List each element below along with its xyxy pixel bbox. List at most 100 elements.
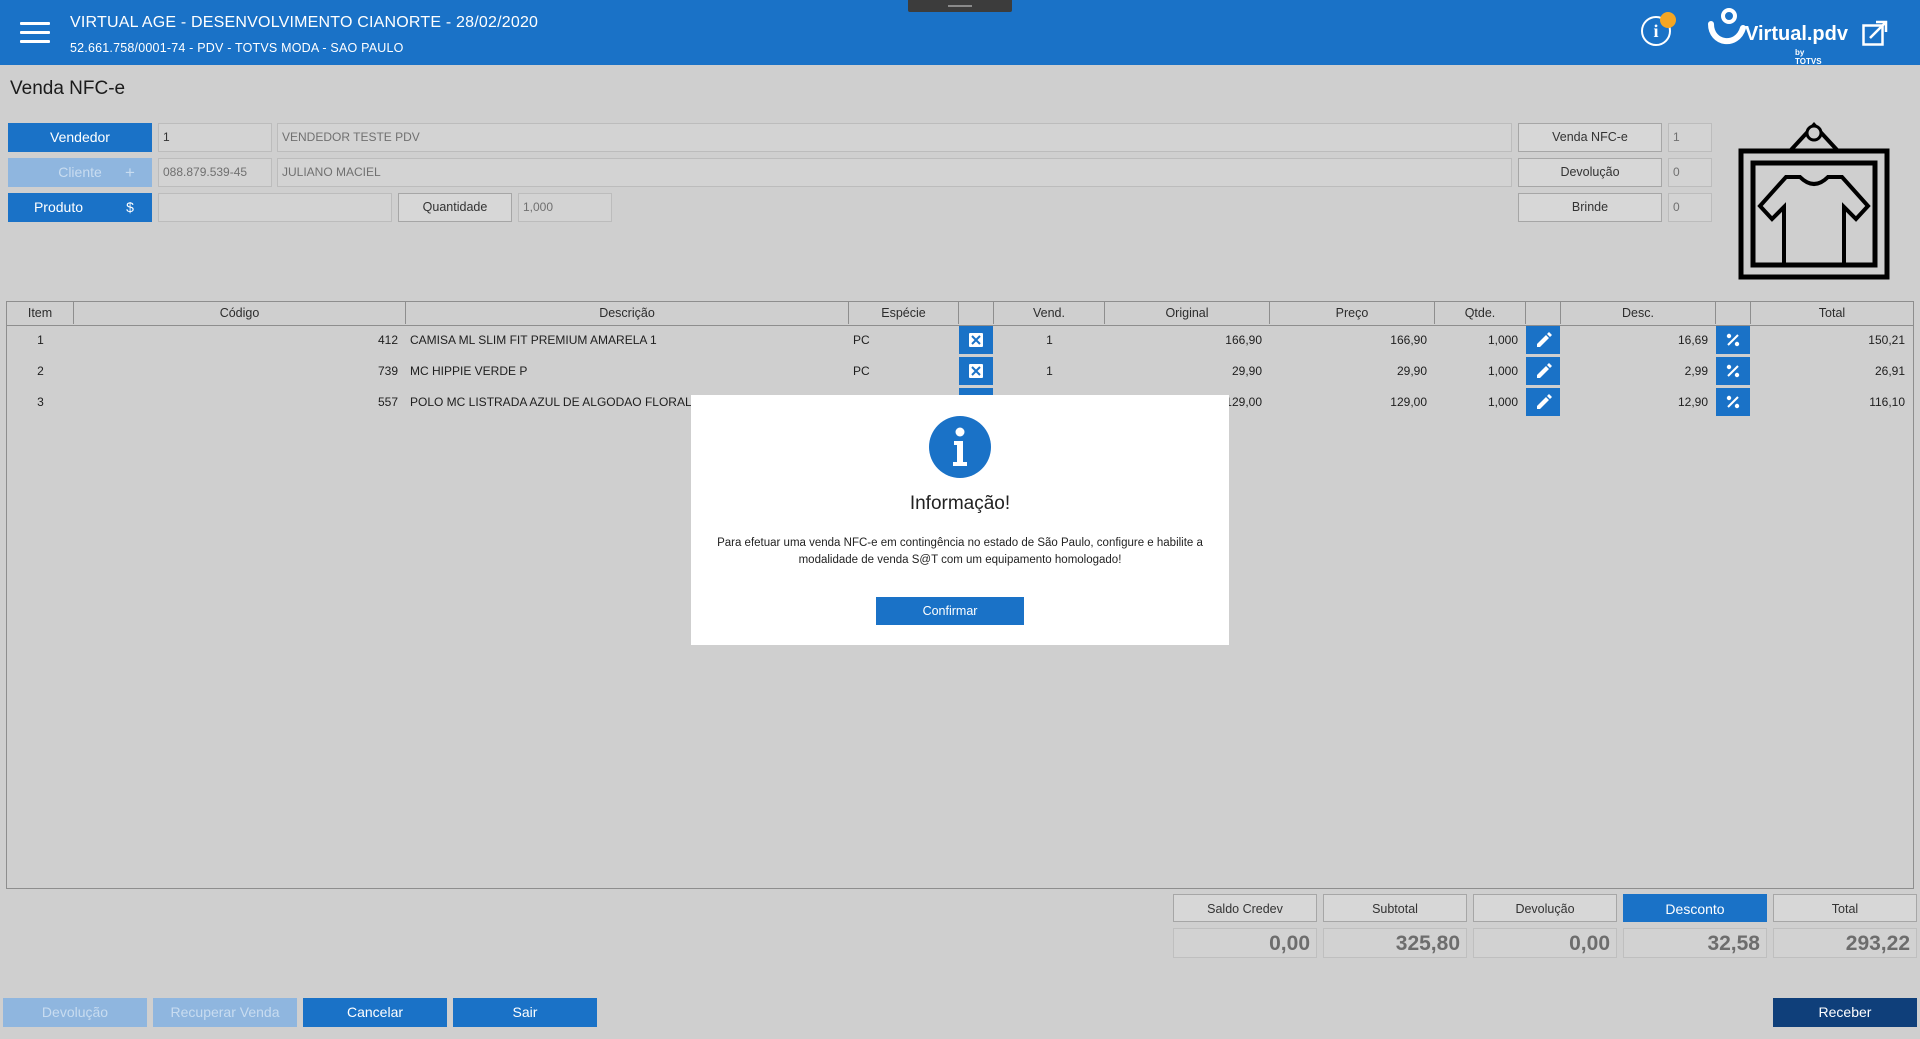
page-title: Venda NFC-e — [10, 78, 126, 99]
col-especie[interactable]: Espécie — [849, 302, 959, 324]
header-subtitle: 52.661.758/0001-74 - PDV - TOTVS MODA - … — [70, 41, 404, 55]
counter-devolucao-value: 0 — [1668, 158, 1712, 187]
info-dialog: Informação! Para efetuar uma venda NFC-e… — [691, 395, 1229, 645]
col-preco[interactable]: Preço — [1270, 302, 1435, 324]
recuperar-venda-button[interactable]: Recuperar Venda — [153, 998, 297, 1027]
counter-venda-nfce-value: 1 — [1668, 123, 1712, 152]
edit-item-button[interactable] — [1526, 357, 1560, 385]
devolucao-button[interactable]: Devolução — [3, 998, 147, 1027]
pencil-icon — [1537, 332, 1552, 347]
price-lookup-button[interactable]: $ — [108, 193, 152, 222]
cell-vend: 1 — [1046, 333, 1053, 347]
col-remove — [959, 302, 994, 324]
table-row[interactable]: 1 412 CAMISA ML SLIM FIT PREMIUM AMARELA… — [7, 326, 1913, 354]
cell-original: 166,90 — [1225, 333, 1262, 347]
remove-item-button[interactable] — [959, 357, 993, 385]
total-value: 293,22 — [1773, 928, 1917, 958]
external-window-icon[interactable] — [1862, 20, 1888, 46]
remove-item-button[interactable] — [959, 326, 993, 354]
cliente-doc-field[interactable]: 088.879.539-45 — [158, 158, 272, 187]
cell-total: 150,21 — [1868, 333, 1905, 347]
cell-total: 26,91 — [1874, 364, 1905, 378]
cell-item: 3 — [37, 395, 44, 409]
cell-preco: 129,00 — [1390, 395, 1427, 409]
cell-especie: PC — [853, 333, 870, 347]
percent-icon — [1726, 395, 1740, 409]
cell-qtde: 1,000 — [1487, 333, 1518, 347]
percent-icon — [1726, 333, 1740, 347]
counter-devolucao-label: Devolução — [1518, 158, 1662, 187]
confirm-button[interactable]: Confirmar — [876, 597, 1024, 625]
sair-button[interactable]: Sair — [453, 998, 597, 1027]
col-desc[interactable]: Desc. — [1561, 302, 1716, 324]
total-label: Total — [1773, 894, 1917, 922]
dialog-message: Para efetuar uma venda NFC-e em contingê… — [717, 537, 1203, 566]
produto-button[interactable]: Produto — [8, 193, 109, 222]
receber-button[interactable]: Receber — [1773, 998, 1917, 1027]
notifications-info-icon[interactable]: i — [1641, 12, 1676, 46]
edit-item-button[interactable] — [1526, 326, 1560, 354]
col-codigo[interactable]: Código — [74, 302, 406, 324]
pencil-icon — [1537, 394, 1552, 409]
discount-item-button[interactable] — [1716, 357, 1750, 385]
cliente-name-field: JULIANO MACIEL — [277, 158, 1512, 187]
percent-icon — [1726, 364, 1740, 378]
cell-descricao: CAMISA ML SLIM FIT PREMIUM AMARELA 1 — [410, 333, 657, 347]
shirt-frame-icon — [1738, 122, 1890, 280]
discount-item-button[interactable] — [1716, 388, 1750, 416]
brand-swirl-icon — [1708, 8, 1746, 45]
cell-codigo: 557 — [377, 395, 398, 409]
pencil-icon — [1537, 363, 1552, 378]
edit-item-button[interactable] — [1526, 388, 1560, 416]
menu-icon[interactable] — [20, 22, 50, 44]
cell-item: 2 — [37, 364, 44, 378]
info-icon — [929, 416, 991, 478]
cell-item: 1 — [37, 333, 44, 347]
produto-input[interactable] — [158, 193, 392, 222]
desconto-button[interactable]: Desconto — [1623, 894, 1767, 922]
app-header: VIRTUAL AGE - DESENVOLVIMENTO CIANORTE -… — [0, 0, 1920, 66]
header-title: VIRTUAL AGE - DESENVOLVIMENTO CIANORTE -… — [70, 14, 539, 31]
quantidade-field[interactable]: 1,000 — [518, 193, 612, 222]
close-box-icon — [969, 333, 983, 347]
col-descricao[interactable]: Descrição — [406, 302, 849, 324]
devolucao-total-label: Devolução — [1473, 894, 1617, 922]
grid-header: Item Código Descrição Espécie Vend. Orig… — [7, 302, 1913, 326]
counter-brinde-value: 0 — [1668, 193, 1712, 222]
vendedor-code-field[interactable]: 1 — [158, 123, 272, 152]
window-grip-handle[interactable] — [908, 0, 1012, 12]
vendedor-name-field: VENDEDOR TESTE PDV — [277, 123, 1512, 152]
table-row[interactable]: 2 739 MC HIPPIE VERDE P PC 1 29,90 29,90… — [7, 357, 1913, 385]
dialog-title: Informação! — [909, 493, 1011, 514]
counter-venda-nfce-label: Venda NFC-e — [1518, 123, 1662, 152]
cell-total: 116,10 — [1869, 395, 1905, 409]
cell-desc: 16,69 — [1677, 333, 1708, 347]
col-original[interactable]: Original — [1105, 302, 1270, 324]
cancelar-button[interactable]: Cancelar — [303, 998, 447, 1027]
notification-dot-icon — [1660, 12, 1676, 28]
cell-descricao: MC HIPPIE VERDE P — [410, 364, 528, 378]
col-vend[interactable]: Vend. — [994, 302, 1105, 324]
vendedor-button[interactable]: Vendedor — [8, 123, 152, 152]
saldo-credev-value: 0,00 — [1173, 928, 1317, 958]
col-item[interactable]: Item — [7, 302, 74, 324]
subtotal-label: Subtotal — [1323, 894, 1467, 922]
add-cliente-button[interactable]: + — [108, 158, 152, 187]
col-total[interactable]: Total — [1751, 302, 1913, 324]
close-box-icon — [969, 364, 983, 378]
cell-desc: 12,90 — [1677, 395, 1708, 409]
cell-vend: 1 — [1046, 364, 1053, 378]
brand-sub: by TOTVS — [1795, 48, 1822, 66]
saldo-credev-label: Saldo Credev — [1173, 894, 1317, 922]
brand-logo: Virtual.pdv by TOTVS — [1707, 6, 1848, 66]
counter-brinde-label: Brinde — [1518, 193, 1662, 222]
col-qtde[interactable]: Qtde. — [1435, 302, 1526, 324]
devolucao-total-value: 0,00 — [1473, 928, 1617, 958]
cell-qtde: 1,000 — [1487, 395, 1518, 409]
cell-desc: 2,99 — [1684, 364, 1708, 378]
quantidade-button[interactable]: Quantidade — [398, 193, 512, 222]
subtotal-value: 325,80 — [1323, 928, 1467, 958]
discount-item-button[interactable] — [1716, 326, 1750, 354]
cell-codigo: 412 — [377, 333, 398, 347]
cell-especie: PC — [853, 364, 870, 378]
